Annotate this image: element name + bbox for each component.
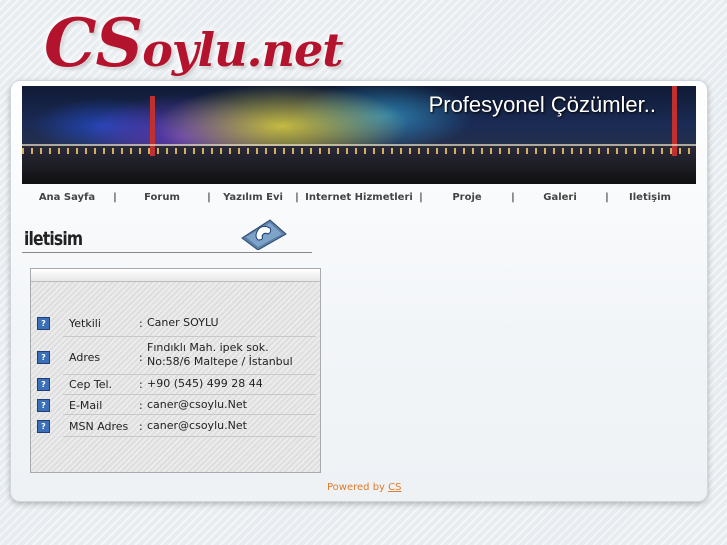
- contact-label: MSN Adres: [69, 419, 129, 433]
- bridge-deck: [22, 144, 696, 146]
- main-nav: Ana Sayfa | Forum | Yazılım Evi | Intern…: [22, 186, 696, 208]
- contact-label: Adres: [69, 350, 101, 364]
- question-icon: ?: [37, 377, 50, 391]
- contact-row: ? MSN Adres : caner@csoylu.Net: [31, 415, 320, 437]
- contact-label: E-Mail: [69, 398, 103, 412]
- powered-by-link[interactable]: CS: [388, 482, 401, 493]
- nav-item-yazilim-evi[interactable]: Yazılım Evi: [212, 192, 294, 203]
- logo-initials: CS: [44, 4, 143, 82]
- powered-by: Powered by CS: [327, 482, 402, 493]
- contact-colon: :: [139, 377, 143, 391]
- question-icon: ?: [37, 316, 50, 330]
- contact-row: ? Yetkili : Caner SOYLU: [31, 309, 320, 337]
- row-divider: [63, 436, 316, 437]
- contact-value: Caner SOYLU: [147, 316, 219, 329]
- nav-item-forum[interactable]: Forum: [118, 192, 206, 203]
- contact-row: ? Cep Tel. : +90 (545) 499 28 44: [31, 373, 320, 395]
- contact-msn[interactable]: caner@csoylu.Net: [147, 419, 247, 433]
- nav-item-proje[interactable]: Proje: [424, 192, 510, 203]
- title-underline: [22, 252, 312, 253]
- contact-label: Cep Tel.: [69, 377, 113, 391]
- contact-colon: :: [139, 398, 143, 412]
- contact-box: ? Yetkili : Caner SOYLU ? Adres : Fındık…: [30, 268, 321, 473]
- logo-text: oylu.net: [142, 23, 343, 77]
- contact-colon: :: [139, 350, 143, 364]
- question-icon: ?: [37, 350, 50, 364]
- contact-value: +90 (545) 499 28 44: [147, 377, 263, 390]
- contact-label: Yetkili: [69, 316, 101, 330]
- question-icon: ?: [37, 398, 50, 412]
- nav-item-iletisim[interactable]: Iletişim: [610, 192, 690, 203]
- bridge-lights: [22, 148, 696, 154]
- phone-icon: [241, 219, 287, 250]
- contact-value: Fındıklı Mah. ipek sok. No:58/6 Maltepe /…: [147, 341, 293, 369]
- contact-box-header-line: [31, 281, 320, 282]
- nav-item-internet-hizmetleri[interactable]: Internet Hizmetleri: [300, 192, 418, 203]
- site-logo[interactable]: CSoylu.net: [44, 4, 344, 82]
- nav-item-ana-sayfa[interactable]: Ana Sayfa: [22, 192, 112, 203]
- contact-row: ? Adres : Fındıklı Mah. ipek sok. No:58/6…: [31, 339, 320, 375]
- row-divider: [63, 336, 316, 337]
- contact-colon: :: [139, 419, 143, 433]
- page-title: iletisim: [24, 228, 83, 250]
- contact-email[interactable]: caner@csoylu.Net: [147, 398, 247, 412]
- question-icon: ?: [37, 419, 50, 433]
- address-line-2: No:58/6 Maltepe / İstanbul: [147, 355, 293, 368]
- nav-item-galeri[interactable]: Galeri: [516, 192, 604, 203]
- header-banner: Profesyonel Çözümler..: [22, 86, 696, 184]
- contact-row: ? E-Mail : caner@csoylu.Net: [31, 395, 320, 415]
- bridge-tower-left: [150, 96, 155, 156]
- address-line-1: Fındıklı Mah. ipek sok.: [147, 341, 269, 354]
- powered-by-text: Powered by: [327, 482, 385, 493]
- banner-slogan: Profesyonel Çözümler..: [428, 92, 656, 117]
- contact-colon: :: [139, 316, 143, 330]
